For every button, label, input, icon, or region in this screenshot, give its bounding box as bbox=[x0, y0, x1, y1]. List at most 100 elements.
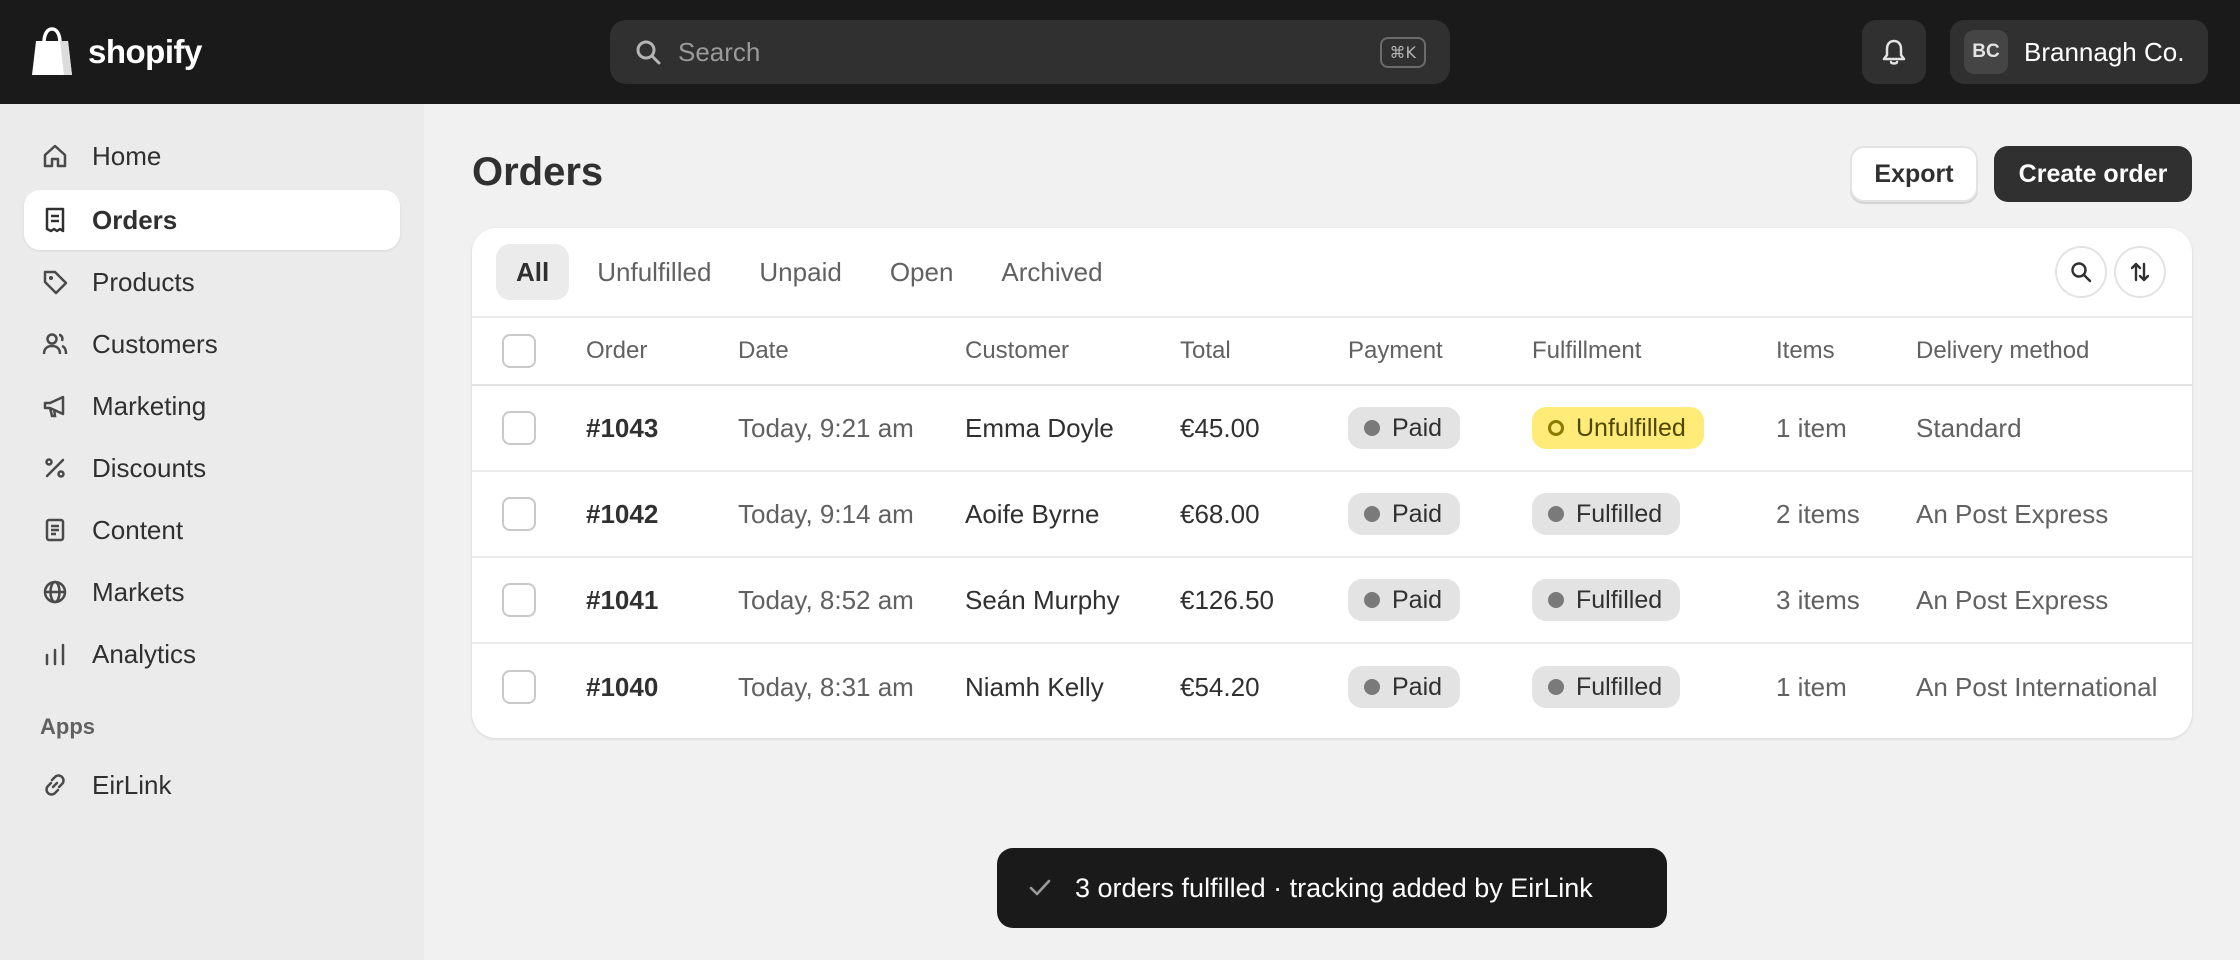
success-toast: 3 orders fulfilled · tracking added by E… bbox=[997, 848, 1667, 928]
order-number-link[interactable]: #1043 bbox=[586, 386, 658, 470]
order-number-link[interactable]: #1040 bbox=[586, 644, 658, 730]
account-menu-button[interactable]: BC Brannagh Co. bbox=[1950, 20, 2208, 84]
customer-name: Niamh Kelly bbox=[965, 671, 1104, 702]
export-button[interactable]: Export bbox=[1850, 146, 1978, 202]
brand-name: shopify bbox=[88, 33, 202, 70]
orders-card: All Unfulfilled Unpaid Open Archived Ord… bbox=[472, 228, 2192, 738]
column-header-items[interactable]: Items bbox=[1776, 318, 1835, 384]
delivery-method: An Post Express bbox=[1916, 584, 2109, 615]
sidebar-item-orders[interactable]: Orders bbox=[24, 190, 400, 250]
column-header-customer[interactable]: Customer bbox=[965, 318, 1069, 384]
order-total: €54.20 bbox=[1180, 671, 1260, 702]
customers-icon bbox=[40, 329, 70, 359]
fulfillment-status-badge: Fulfilled bbox=[1532, 579, 1681, 621]
notifications-button[interactable] bbox=[1862, 20, 1926, 84]
column-header-order[interactable]: Order bbox=[586, 318, 647, 384]
search-icon bbox=[636, 40, 661, 65]
table-header: Order Date Customer Total Payment Fulfil… bbox=[472, 316, 2192, 386]
sort-arrows-icon bbox=[2130, 262, 2150, 282]
top-bar: shopify ⌘K BC Brannagh Co. bbox=[0, 0, 2240, 104]
shopping-bag-icon bbox=[32, 27, 72, 75]
column-header-payment[interactable]: Payment bbox=[1348, 318, 1443, 384]
payment-status-label: Paid bbox=[1392, 499, 1443, 528]
item-count: 3 items bbox=[1776, 584, 1860, 615]
sidebar-item-discounts[interactable]: Discounts bbox=[24, 438, 400, 498]
sidebar-item-home[interactable]: Home bbox=[24, 126, 400, 186]
fulfillment-status-label: Fulfilled bbox=[1576, 672, 1663, 701]
table-row[interactable]: #1041 Today, 8:52 am Seán Murphy €126.50… bbox=[472, 558, 2192, 644]
search-orders-button[interactable] bbox=[2055, 246, 2107, 298]
document-icon bbox=[40, 515, 70, 545]
search-shortcut-badge: ⌘K bbox=[1379, 36, 1426, 68]
shopify-logo[interactable]: shopify bbox=[30, 24, 202, 80]
status-dot-icon bbox=[1548, 506, 1564, 522]
tab-unfulfilled[interactable]: Unfulfilled bbox=[577, 244, 731, 300]
sort-orders-button[interactable] bbox=[2114, 246, 2166, 298]
order-date: Today, 8:52 am bbox=[738, 584, 914, 615]
status-ring-icon bbox=[1548, 420, 1564, 436]
row-checkbox[interactable] bbox=[502, 583, 536, 617]
sidebar-item-eirlink[interactable]: EirLink bbox=[24, 755, 400, 815]
select-all-checkbox[interactable] bbox=[502, 334, 536, 368]
toast-message: 3 orders fulfilled · tracking added by E… bbox=[1075, 872, 1593, 903]
payment-status-label: Paid bbox=[1392, 672, 1443, 701]
sidebar-item-label: Content bbox=[92, 514, 184, 545]
item-count: 1 item bbox=[1776, 412, 1847, 443]
payment-status-badge: Paid bbox=[1348, 407, 1461, 449]
account-name: Brannagh Co. bbox=[2024, 36, 2185, 67]
sidebar-item-marketing[interactable]: Marketing bbox=[24, 376, 400, 436]
search-input[interactable] bbox=[678, 36, 1380, 68]
percent-icon bbox=[40, 453, 70, 483]
customer-name: Seán Murphy bbox=[965, 584, 1120, 615]
column-header-date[interactable]: Date bbox=[738, 318, 789, 384]
status-dot-icon bbox=[1364, 420, 1380, 436]
status-dot-icon bbox=[1364, 506, 1380, 522]
column-header-delivery-method[interactable]: Delivery method bbox=[1916, 318, 2089, 384]
sidebar-item-content[interactable]: Content bbox=[24, 500, 400, 560]
column-header-fulfillment[interactable]: Fulfillment bbox=[1532, 318, 1641, 384]
sidebar-item-label: Marketing bbox=[92, 390, 207, 421]
sidebar-item-label: EirLink bbox=[92, 769, 172, 800]
sidebar-item-label: Discounts bbox=[92, 452, 207, 483]
sidebar-item-label: Analytics bbox=[92, 638, 197, 669]
status-dot-icon bbox=[1548, 592, 1564, 608]
search-bar[interactable]: ⌘K bbox=[610, 20, 1450, 84]
tab-archived[interactable]: Archived bbox=[981, 244, 1122, 300]
payment-status-badge: Paid bbox=[1348, 579, 1461, 621]
tab-all[interactable]: All bbox=[496, 244, 570, 300]
home-icon bbox=[40, 141, 70, 171]
row-checkbox[interactable] bbox=[502, 411, 536, 445]
row-checkbox[interactable] bbox=[502, 497, 536, 531]
link-icon bbox=[40, 770, 70, 800]
column-header-total[interactable]: Total bbox=[1180, 318, 1231, 384]
row-checkbox[interactable] bbox=[502, 670, 536, 704]
sidebar-item-products[interactable]: Products bbox=[24, 252, 400, 312]
table-row[interactable]: #1043 Today, 9:21 am Emma Doyle €45.00 P… bbox=[472, 386, 2192, 472]
fulfillment-status-badge: Unfulfilled bbox=[1532, 407, 1704, 449]
sidebar-item-markets[interactable]: Markets bbox=[24, 562, 400, 622]
sidebar-item-label: Markets bbox=[92, 576, 185, 607]
order-filter-tabs: All Unfulfilled Unpaid Open Archived bbox=[496, 244, 1123, 300]
megaphone-icon bbox=[40, 391, 70, 421]
order-number-link[interactable]: #1041 bbox=[586, 558, 658, 642]
table-row[interactable]: #1042 Today, 9:14 am Aoife Byrne €68.00 … bbox=[472, 472, 2192, 558]
table-row[interactable]: #1040 Today, 8:31 am Niamh Kelly €54.20 … bbox=[472, 644, 2192, 730]
sidebar-item-label: Orders bbox=[92, 204, 178, 235]
order-total: €126.50 bbox=[1180, 584, 1274, 615]
delivery-method: Standard bbox=[1916, 412, 2022, 443]
create-order-button[interactable]: Create order bbox=[1994, 146, 2192, 202]
item-count: 1 item bbox=[1776, 671, 1847, 702]
order-number-link[interactable]: #1042 bbox=[586, 472, 658, 556]
tab-unpaid[interactable]: Unpaid bbox=[739, 244, 861, 300]
bar-chart-icon bbox=[40, 639, 70, 669]
order-date: Today, 8:31 am bbox=[738, 671, 914, 702]
fulfillment-status-label: Unfulfilled bbox=[1576, 413, 1686, 442]
sidebar-item-label: Customers bbox=[92, 328, 218, 359]
tag-icon bbox=[40, 267, 70, 297]
fulfillment-status-label: Fulfilled bbox=[1576, 499, 1663, 528]
sidebar-item-analytics[interactable]: Analytics bbox=[24, 624, 400, 684]
tab-open[interactable]: Open bbox=[870, 244, 974, 300]
bell-icon bbox=[1882, 39, 1906, 65]
page-title: Orders bbox=[472, 150, 604, 194]
sidebar-item-customers[interactable]: Customers bbox=[24, 314, 400, 374]
